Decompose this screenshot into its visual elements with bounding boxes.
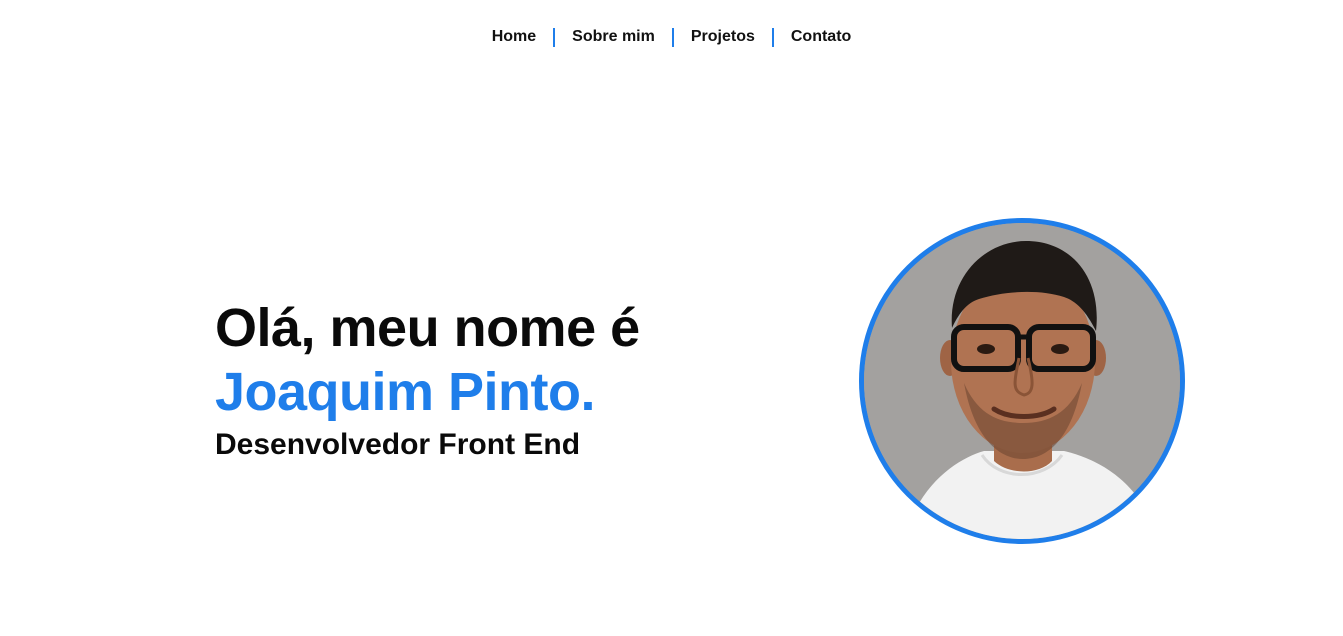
nav-link-contato[interactable]: Contato [774,26,868,48]
profile-avatar [859,218,1185,544]
nav-link-sobre-mim[interactable]: Sobre mim [555,26,672,48]
profile-photo-icon [864,223,1180,539]
hero-greeting: Olá, meu nome é [215,298,640,358]
hero-name: Joaquim Pinto. [215,362,596,422]
nav-link-home[interactable]: Home [475,26,553,48]
hero-role: Desenvolvedor Front End [215,428,581,461]
nav-link-projetos[interactable]: Projetos [674,26,772,48]
hero-intro: Olá, meu nome é Joaquim Pinto. Desenvolv… [215,296,640,462]
main-nav: Home Sobre mim Projetos Contato [0,26,1343,48]
